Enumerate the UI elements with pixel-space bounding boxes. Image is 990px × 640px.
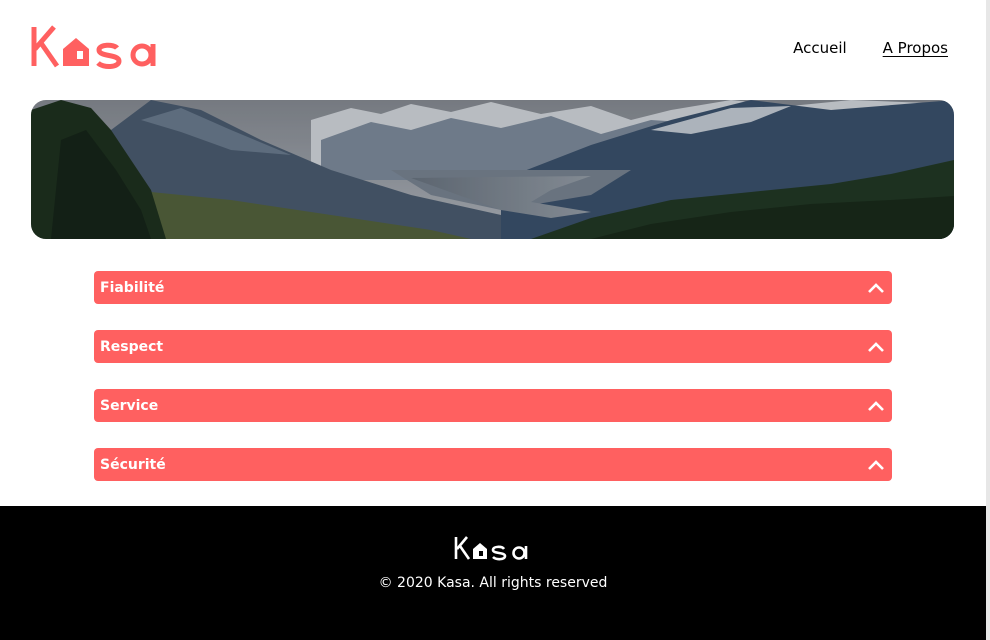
nav-link-accueil[interactable]: Accueil bbox=[793, 38, 847, 58]
chevron-up-icon[interactable] bbox=[867, 459, 885, 471]
main-nav: Accueil A Propos bbox=[793, 38, 948, 58]
collapse-title: Service bbox=[100, 397, 159, 414]
scrollbar-track[interactable] bbox=[986, 0, 990, 640]
banner-image bbox=[31, 100, 954, 239]
page: Accueil A Propos Fiabilité Respect Servi… bbox=[0, 0, 986, 640]
collapse-title: Respect bbox=[100, 338, 164, 355]
chevron-up-icon[interactable] bbox=[867, 341, 885, 353]
copyright-text: © 2020 Kasa. All rights reserved bbox=[378, 575, 608, 591]
collapse-title: Fiabilité bbox=[100, 279, 165, 296]
values-collapses: Fiabilité Respect Service Sécurité bbox=[94, 271, 892, 507]
collapse-respect[interactable]: Respect bbox=[94, 330, 892, 363]
footer-kasa-logo bbox=[454, 536, 528, 561]
kasa-logo[interactable] bbox=[31, 24, 165, 70]
chevron-up-icon[interactable] bbox=[867, 282, 885, 294]
collapse-title: Sécurité bbox=[100, 456, 166, 473]
footer: © 2020 Kasa. All rights reserved bbox=[0, 506, 986, 640]
nav-link-a-propos[interactable]: A Propos bbox=[883, 38, 948, 58]
collapse-fiabilite[interactable]: Fiabilité bbox=[94, 271, 892, 304]
collapse-service[interactable]: Service bbox=[94, 389, 892, 422]
chevron-up-icon[interactable] bbox=[867, 400, 885, 412]
collapse-securite[interactable]: Sécurité bbox=[94, 448, 892, 481]
